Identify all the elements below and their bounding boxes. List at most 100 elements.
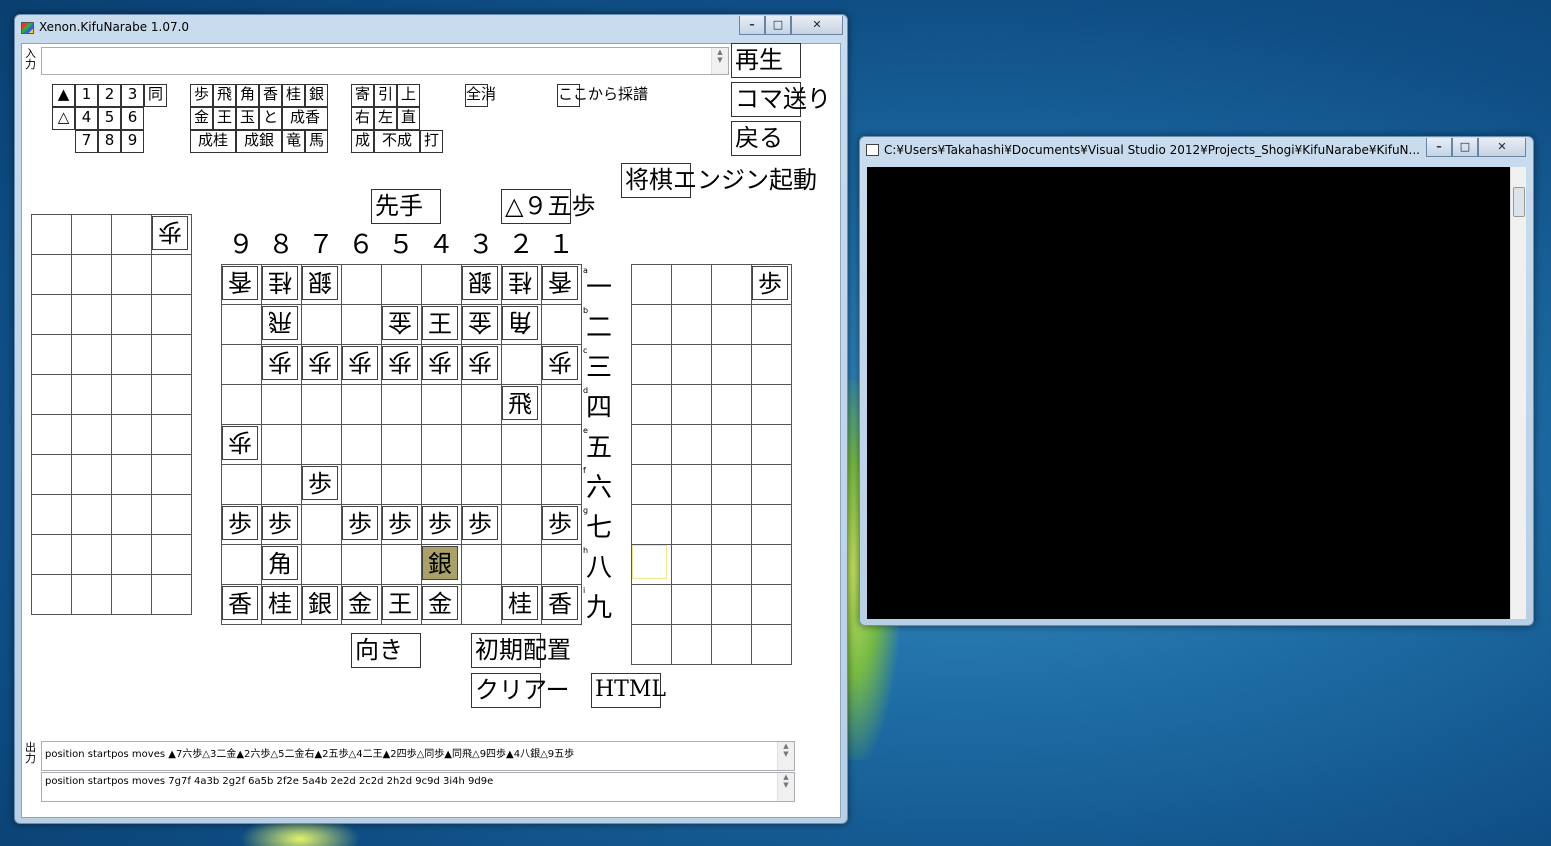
console-maximize-button[interactable]: □ (1452, 138, 1478, 157)
gote-hand-cell[interactable] (151, 294, 192, 335)
board-cell[interactable] (261, 384, 302, 425)
initial-setup-button[interactable]: 初期配置 (471, 633, 571, 668)
modifier-key[interactable]: 上 (397, 84, 420, 107)
shogi-piece[interactable]: 飛 (262, 306, 298, 340)
gote-hand-piece[interactable]: 歩 (152, 216, 188, 250)
gote-hand-cell[interactable] (71, 254, 112, 295)
shogi-piece[interactable]: 歩 (302, 466, 338, 500)
maximize-button[interactable]: □ (765, 16, 791, 35)
sente-hand-cell[interactable] (671, 344, 712, 385)
board-cell[interactable] (541, 464, 582, 505)
gote-hand-cell[interactable] (111, 494, 152, 535)
gote-hand-cell[interactable] (151, 494, 192, 535)
board-cell[interactable] (221, 544, 262, 585)
gote-hand-cell[interactable] (111, 414, 152, 455)
shogi-piece[interactable]: 金 (462, 306, 498, 340)
shogi-piece[interactable]: 歩 (542, 506, 578, 540)
board-cell[interactable] (261, 424, 302, 465)
sente-hand-cell[interactable] (631, 464, 672, 505)
shogi-piece[interactable]: 歩 (382, 506, 418, 540)
board-cell[interactable] (221, 384, 262, 425)
output-field-usi[interactable]: position startpos moves 7g7f 4a3b 2g2f 6… (41, 772, 795, 802)
shogi-piece[interactable]: 香 (542, 586, 578, 620)
gote-hand-cell[interactable] (111, 294, 152, 335)
board-cell[interactable] (541, 544, 582, 585)
shogi-piece[interactable]: 歩 (342, 346, 378, 380)
board-cell[interactable] (221, 344, 262, 385)
board-cell[interactable] (261, 464, 302, 505)
gote-hand-cell[interactable] (31, 454, 72, 495)
sente-hand-cell[interactable] (631, 584, 672, 625)
gote-hand-cell[interactable] (71, 494, 112, 535)
board-cell[interactable] (461, 584, 502, 625)
step-button[interactable]: コマ送り (731, 82, 831, 117)
gote-hand-cell[interactable] (111, 254, 152, 295)
shogi-piece[interactable]: 香 (222, 586, 258, 620)
gote-hand-cell[interactable] (71, 214, 112, 255)
sente-hand-cell[interactable] (671, 384, 712, 425)
shogi-piece[interactable]: 桂 (502, 266, 538, 300)
shogi-piece[interactable]: 金 (342, 586, 378, 620)
sente-hand-cell[interactable] (631, 384, 672, 425)
input-scrollbar[interactable]: ▲ ▼ (711, 48, 728, 74)
sente-hand-cell[interactable] (751, 424, 792, 465)
piece-key[interactable]: 金 (190, 107, 213, 130)
piece-key[interactable]: 馬 (305, 130, 328, 153)
play-button[interactable]: 再生 (731, 43, 801, 78)
sente-hand-cell[interactable] (671, 304, 712, 345)
sente-hand-cell[interactable] (711, 424, 752, 465)
sente-hand-piece[interactable]: 歩 (752, 266, 788, 300)
board-cell[interactable] (341, 384, 382, 425)
shogi-piece[interactable]: 金 (382, 306, 418, 340)
shogi-piece[interactable]: 歩 (382, 346, 418, 380)
sente-hand-cell[interactable] (631, 264, 672, 305)
number-key[interactable]: 4 (75, 107, 98, 130)
modifier-key[interactable]: 右 (351, 107, 374, 130)
board-cell[interactable] (381, 384, 422, 425)
sente-hand-cell[interactable] (711, 624, 752, 665)
shogi-piece[interactable]: 歩 (222, 506, 258, 540)
sente-hand-cell[interactable] (751, 384, 792, 425)
gote-hand-cell[interactable] (31, 534, 72, 575)
board-cell[interactable] (501, 504, 542, 545)
board-cell[interactable] (221, 304, 262, 345)
gote-hand-cell[interactable] (31, 334, 72, 375)
shogi-piece[interactable]: 歩 (462, 506, 498, 540)
modifier-key[interactable]: 直 (397, 107, 420, 130)
sente-hand-cell[interactable] (711, 304, 752, 345)
input-field[interactable]: ▲ ▼ (41, 47, 729, 75)
gote-hand-cell[interactable] (151, 374, 192, 415)
sente-hand-cell[interactable] (751, 584, 792, 625)
output-scrollbar-2[interactable]: ▲ ▼ (777, 773, 794, 801)
gote-hand-cell[interactable] (111, 334, 152, 375)
sente-hand-cell[interactable] (631, 304, 672, 345)
shogi-piece[interactable]: 香 (542, 266, 578, 300)
board-cell[interactable] (221, 464, 262, 505)
board-cell[interactable] (421, 384, 462, 425)
gote-hand-cell[interactable] (71, 374, 112, 415)
piece-key[interactable]: と (259, 107, 282, 130)
gote-hand-cell[interactable] (111, 454, 152, 495)
board-cell[interactable] (301, 544, 342, 585)
last-move-button[interactable]: △９五歩 (501, 189, 595, 224)
board-cell[interactable] (421, 264, 462, 305)
board-cell[interactable] (421, 464, 462, 505)
number-key[interactable]: 2 (98, 84, 121, 107)
board-cell[interactable] (341, 464, 382, 505)
gote-hand-cell[interactable] (31, 254, 72, 295)
sente-hand-cell[interactable] (711, 504, 752, 545)
direction-button[interactable]: 向き (351, 633, 421, 668)
gote-hand-cell[interactable] (111, 534, 152, 575)
sente-hand-cell[interactable] (671, 264, 712, 305)
board-cell[interactable] (461, 464, 502, 505)
gote-hand-cell[interactable] (71, 334, 112, 375)
output-scrollbar-1[interactable]: ▲ ▼ (777, 742, 794, 770)
sente-hand-cell[interactable] (751, 344, 792, 385)
sente-hand-cell[interactable] (751, 544, 792, 585)
gote-hand-cell[interactable] (151, 574, 192, 615)
board-cell[interactable] (381, 424, 422, 465)
piece-key[interactable]: 王 (213, 107, 236, 130)
sente-hand-cell[interactable] (671, 424, 712, 465)
shogi-piece[interactable]: 歩 (302, 346, 338, 380)
sente-hand-cell[interactable] (711, 344, 752, 385)
